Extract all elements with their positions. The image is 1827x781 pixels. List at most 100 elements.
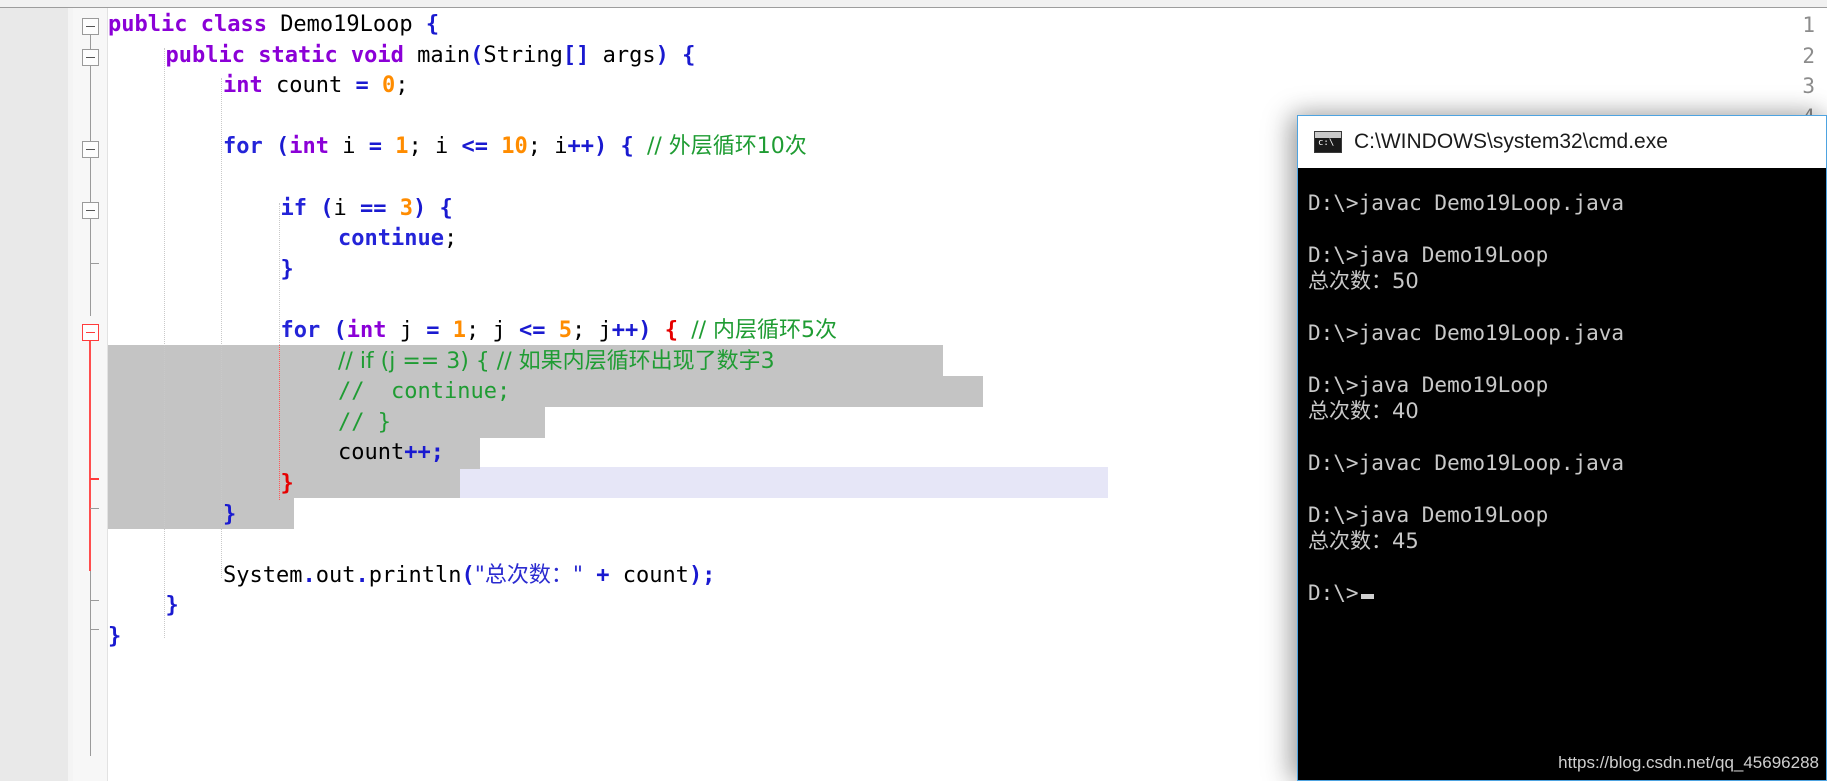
code-line: if (i == 3) { [281, 194, 453, 225]
cmd-icon [1314, 131, 1342, 153]
code-token: // 外层循环10次 [646, 134, 807, 160]
fold-tree-line-active [89, 326, 91, 571]
code-token: { [664, 318, 692, 343]
code-token: ; [527, 134, 555, 160]
code-token: ); [688, 562, 716, 588]
code-token: ++ [567, 134, 594, 160]
code-line: } [166, 591, 179, 622]
code-token: String [483, 42, 563, 68]
code-token: [] [562, 42, 603, 68]
code-token: . [302, 562, 316, 588]
code-token: i [342, 134, 369, 160]
code-token: } [165, 593, 179, 619]
code-line: int count = 0; [223, 71, 408, 102]
code-token: <= [518, 318, 559, 343]
code-token: 3 [399, 195, 413, 221]
code-line: } [281, 255, 294, 286]
watermark: https://blog.csdn.net/qq_45696288 [1558, 753, 1819, 772]
fold-tick-line-20 [90, 600, 99, 601]
code-token: + [582, 562, 623, 588]
cmd-line: D:\>java Demo19Loop [1308, 243, 1549, 267]
code-token: // continue; [338, 379, 511, 405]
cmd-line: 总次数：50 [1308, 269, 1419, 293]
code-token: // 内层循环5次 [691, 318, 838, 343]
code-token: i [333, 195, 360, 221]
cmd-line: D:\> [1308, 580, 1374, 606]
code-token: public static void [165, 42, 418, 68]
code-token: ( [320, 195, 334, 221]
code-token: int [346, 318, 400, 343]
code-token: = [368, 134, 396, 160]
code-token: ( [461, 562, 475, 588]
cmd-title-text: C:\WINDOWS\system32\cmd.exe [1354, 130, 1668, 153]
code-token: // if (j == 3) { // 如果内层循环出现了数字3 [338, 348, 775, 374]
code-token: ++ [611, 318, 639, 343]
code-token: 10 [501, 134, 528, 160]
code-token: <= [461, 134, 502, 160]
code-line: continue; [338, 224, 457, 255]
code-token: ) [413, 195, 440, 221]
code-line: public static void main(String[] args) { [166, 41, 696, 72]
fold-tick-line-16 [90, 478, 99, 480]
cmd-console-window[interactable]: C:\WINDOWS\system32\cmd.exe D:\>javac De… [1297, 115, 1827, 781]
code-token: args [602, 42, 656, 68]
code-line: } [108, 622, 121, 653]
fold-toggle-line-1[interactable] [82, 18, 99, 35]
code-token: ; [395, 73, 409, 99]
code-line: for (int i = 1; i <= 10; i++) { // 外层循环1… [223, 132, 807, 163]
fold-toggle-line-5[interactable] [82, 141, 99, 158]
code-token: i [554, 134, 568, 160]
code-token: System [223, 562, 303, 588]
cmd-output-area[interactable]: D:\>javac Demo19Loop.java D:\>java Demo19… [1298, 168, 1826, 780]
code-line: // continue; [338, 377, 510, 408]
code-token: j [492, 318, 519, 343]
code-token: public class [108, 12, 281, 37]
code-token: ( [333, 318, 347, 343]
cmd-line: D:\>javac Demo19Loop.java [1308, 451, 1625, 475]
cmd-title-bar[interactable]: C:\WINDOWS\system32\cmd.exe [1298, 116, 1826, 168]
code-token: int [289, 134, 343, 160]
selection-block-line12 [108, 376, 983, 407]
code-token: count [338, 440, 405, 466]
code-token: 0 [381, 73, 396, 99]
fold-tick-line-17 [90, 508, 99, 509]
code-token: } [280, 256, 294, 282]
code-token: } [223, 501, 237, 527]
selection-block-line16 [108, 498, 294, 529]
code-token: ; [408, 134, 435, 160]
cmd-line: D:\>java Demo19Loop [1308, 373, 1549, 397]
code-token: = [355, 73, 382, 99]
code-line: System.out.println("总次数：" + count); [223, 561, 715, 592]
cmd-line: D:\>javac Demo19Loop.java [1308, 321, 1625, 345]
code-token: 1 [452, 318, 466, 343]
fold-toggle-line-2[interactable] [82, 49, 99, 66]
code-token: 1 [395, 134, 409, 160]
code-token: ; [465, 318, 493, 343]
code-token: i [434, 134, 462, 160]
indent-guide-1 [164, 48, 165, 638]
indent-guide-2 [221, 78, 222, 578]
selection-block-line13 [108, 407, 545, 438]
code-token: ) [593, 134, 621, 160]
code-token: j [598, 318, 612, 343]
cmd-line: 总次数：40 [1308, 399, 1419, 423]
code-token: continue [338, 226, 444, 252]
code-token: j [399, 318, 427, 343]
code-token: { [425, 12, 440, 37]
code-token: ( [470, 42, 484, 68]
fold-toggle-line-11[interactable] [82, 324, 99, 341]
fold-tree-line-1 [90, 26, 91, 316]
screenshot-root: 123456789101112131415161718192021 [0, 0, 1827, 781]
console-cursor [1360, 594, 1374, 599]
code-token: { [439, 195, 453, 221]
code-token: out [315, 562, 356, 588]
code-token: = [426, 318, 453, 343]
fold-toggle-line-7[interactable] [82, 202, 99, 219]
line-number-gutter[interactable] [0, 8, 68, 781]
code-token: count [622, 562, 689, 588]
code-token: } [280, 471, 294, 496]
code-token: ++; [404, 440, 444, 466]
cmd-line: D:\>java Demo19Loop [1308, 503, 1549, 527]
code-token: == [360, 195, 400, 221]
code-token: "总次数：" [474, 562, 583, 588]
